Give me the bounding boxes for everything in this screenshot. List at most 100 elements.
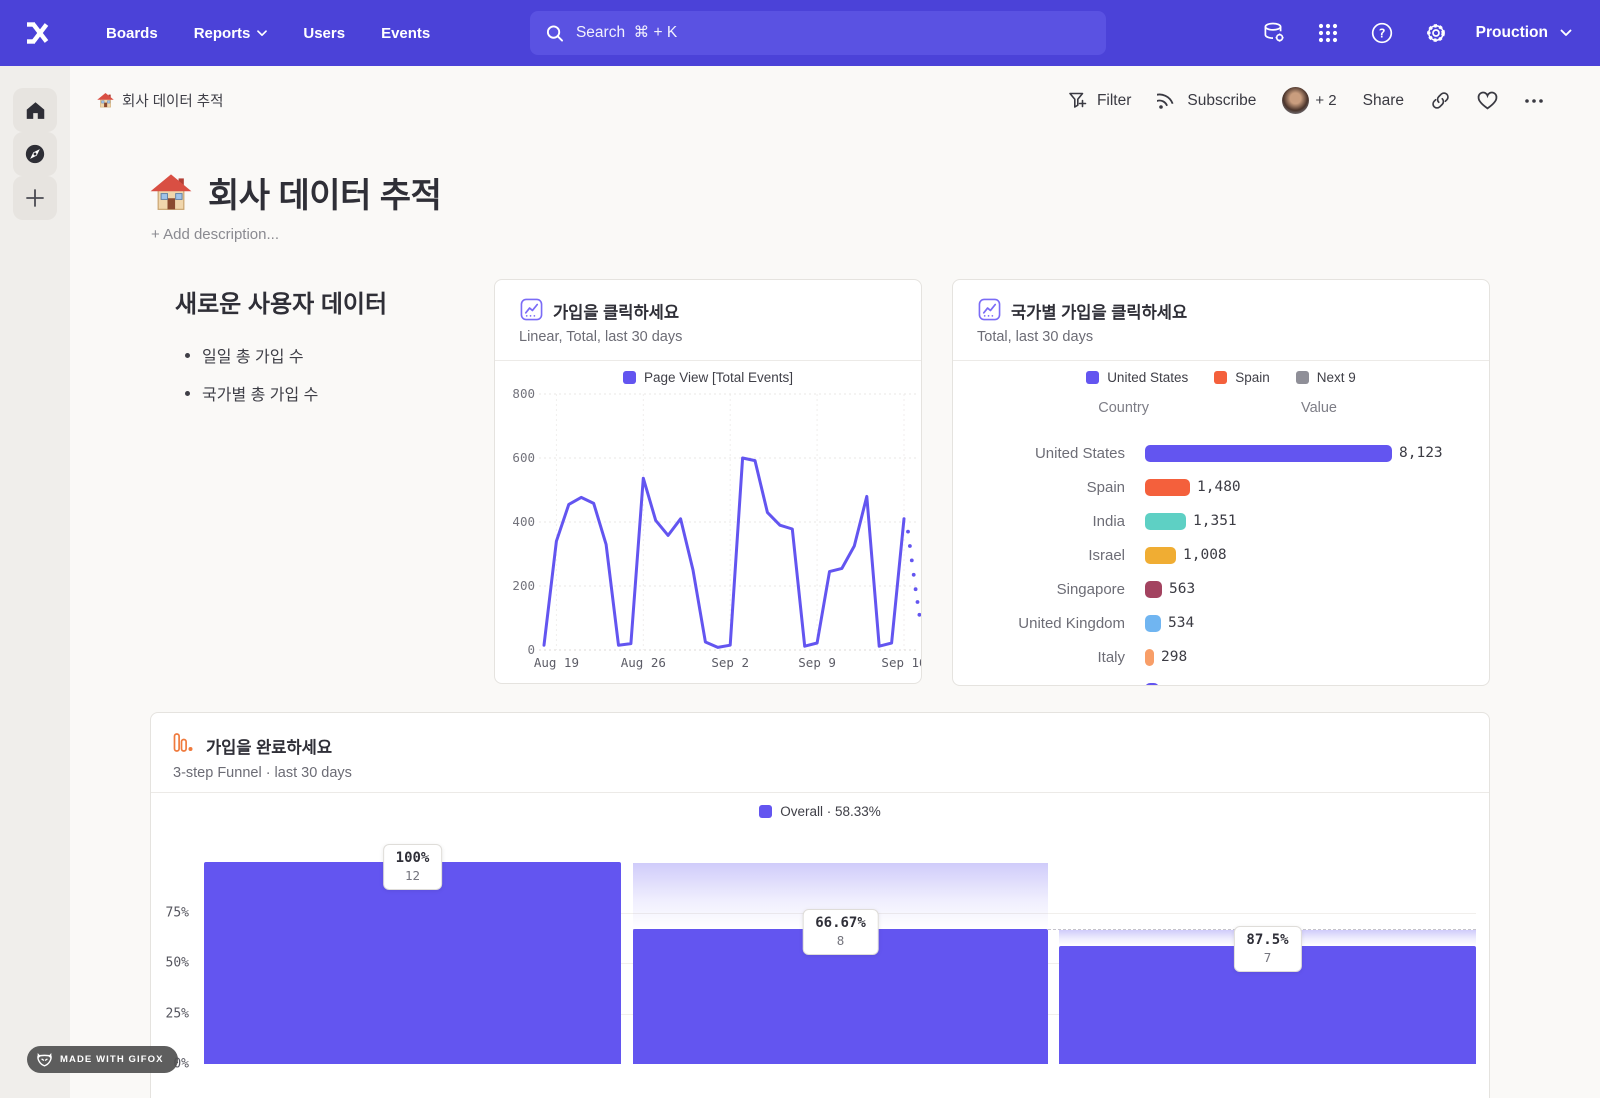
insights-chart-icon	[978, 298, 1001, 321]
country-label: Spain	[953, 479, 1125, 496]
svg-text:?: ?	[1378, 25, 1386, 40]
svg-text:400: 400	[512, 514, 535, 529]
nav-item-reports[interactable]: Reports	[180, 15, 282, 52]
legend-item[interactable]: Next 9	[1296, 370, 1356, 385]
value-label: 8,123	[1399, 445, 1443, 461]
table-row[interactable]: United States8,123	[953, 436, 1489, 470]
search-bar[interactable]	[530, 11, 1106, 55]
svg-text:Sep 9: Sep 9	[798, 655, 836, 670]
favorite-button[interactable]	[1477, 91, 1498, 110]
bar-chart-legend: United States Spain Next 9	[953, 370, 1489, 385]
legend-label: Next 9	[1317, 370, 1356, 385]
mixpanel-logo-icon[interactable]	[24, 19, 52, 47]
value-bar	[1145, 683, 1159, 687]
value-bar	[1145, 547, 1176, 564]
column-header-value: Value	[1279, 400, 1359, 416]
nav-right: ? Prouction	[1254, 0, 1578, 66]
filter-button[interactable]: Filter	[1068, 91, 1131, 111]
sidebar-discover-button[interactable]	[13, 132, 57, 176]
list-item: 일일 총 가입 수	[175, 343, 387, 367]
nav-menu: Boards Reports Users Events	[92, 15, 444, 52]
plus-icon	[25, 188, 45, 208]
funnel-step-label: 87.5%7	[1233, 926, 1301, 972]
subscribe-button[interactable]: Subscribe	[1157, 90, 1256, 111]
table-row[interactable]: Spain 1,480	[953, 470, 1489, 504]
column-header-country: Country	[977, 400, 1149, 416]
home-icon	[25, 100, 46, 121]
table-row[interactable]: Italy298	[953, 640, 1489, 674]
svg-text:Aug 26: Aug 26	[621, 655, 666, 670]
table-row-partial	[953, 674, 1489, 686]
funnel-step-label: 66.67%8	[802, 909, 879, 955]
sidebar-home-button[interactable]	[13, 88, 57, 132]
made-with-gifox-badge[interactable]: MADE WITH GIFOX	[27, 1046, 178, 1073]
sidebar-add-button[interactable]	[13, 176, 57, 220]
country-label: Singapore	[953, 581, 1125, 598]
table-row[interactable]: Israel 1,008	[953, 538, 1489, 572]
country-label: United Kingdom	[953, 615, 1125, 632]
conversion-count: 8	[815, 933, 866, 948]
table-row[interactable]: United Kingdom 534	[953, 606, 1489, 640]
legend-item[interactable]: Spain	[1214, 370, 1270, 385]
report-title[interactable]: 가입을 클릭하세요	[553, 299, 679, 323]
help-icon[interactable]: ?	[1362, 13, 1402, 53]
funnel-step-label: 100%12	[383, 844, 443, 890]
project-name: Prouction	[1476, 24, 1548, 42]
nav-item-label: Users	[303, 25, 345, 42]
collaborators[interactable]: + 2	[1282, 87, 1336, 114]
filter-label: Filter	[1097, 92, 1131, 110]
value-label: 534	[1168, 615, 1194, 631]
value-bar	[1145, 581, 1162, 598]
legend-label: Spain	[1235, 370, 1270, 385]
legend-label: Page View [Total Events]	[644, 370, 793, 385]
avatar	[1282, 87, 1309, 114]
table-row[interactable]: Singapore563	[953, 572, 1489, 606]
value-label: 1,351	[1193, 513, 1237, 529]
link-icon	[1430, 90, 1451, 111]
table-row[interactable]: India1,351	[953, 504, 1489, 538]
heart-icon	[1477, 91, 1498, 110]
apps-grid-icon[interactable]	[1308, 13, 1348, 53]
project-switcher[interactable]: Prouction	[1470, 16, 1578, 50]
share-button[interactable]: Share	[1363, 92, 1404, 110]
value-label: 1,480	[1197, 479, 1241, 495]
text-widget-bullets: 일일 총 가입 수 국가별 총 가입 수	[175, 343, 387, 405]
copy-link-button[interactable]	[1430, 90, 1451, 111]
svg-text:600: 600	[512, 450, 535, 465]
search-input[interactable]	[576, 24, 1090, 42]
breadcrumb[interactable]: 회사 데이터 추적	[97, 90, 223, 111]
funnel-axis-label: 25%	[151, 1006, 189, 1021]
nav-item-events[interactable]: Events	[367, 15, 444, 52]
conversion-percent: 100%	[396, 850, 430, 866]
funnel-axis-label: 50%	[151, 956, 189, 971]
settings-gear-icon[interactable]	[1416, 13, 1456, 53]
text-widget: 새로운 사용자 데이터 일일 총 가입 수 국가별 총 가입 수	[175, 284, 387, 405]
more-ellipsis-icon	[1524, 98, 1544, 104]
report-title[interactable]: 국가별 가입을 클릭하세요	[1011, 299, 1187, 323]
filter-funnel-icon	[1068, 91, 1088, 111]
legend-item[interactable]: United States	[1086, 370, 1188, 385]
funnel-bar[interactable]	[204, 862, 621, 1064]
data-management-icon[interactable]	[1254, 13, 1294, 53]
nav-item-users[interactable]: Users	[289, 15, 359, 52]
value-bar	[1145, 479, 1190, 496]
svg-text:Sep 16: Sep 16	[881, 655, 922, 670]
bar-chart-card: 국가별 가입을 클릭하세요 Total, last 30 days United…	[952, 279, 1490, 686]
country-label: Italy	[953, 649, 1125, 666]
more-menu-button[interactable]	[1524, 98, 1544, 104]
page-title-row: 회사 데이터 추적	[150, 168, 441, 217]
line-chart-card: 가입을 클릭하세요 Linear, Total, last 30 days Pa…	[494, 279, 922, 684]
fox-icon	[36, 1052, 53, 1067]
legend-label: United States	[1107, 370, 1188, 385]
nav-item-boards[interactable]: Boards	[92, 15, 172, 52]
legend-item[interactable]: Page View [Total Events]	[623, 370, 793, 385]
gifox-label: MADE WITH GIFOX	[60, 1054, 164, 1065]
value-bar	[1145, 615, 1161, 632]
value-label: 1,008	[1183, 547, 1227, 563]
value-bar	[1145, 445, 1392, 462]
nav-item-label: Boards	[106, 25, 158, 42]
top-nav: Boards Reports Users Events	[0, 0, 1600, 66]
chevron-down-icon	[257, 30, 267, 37]
country-label: Israel	[953, 547, 1125, 564]
add-description-button[interactable]: + Add description...	[151, 226, 279, 243]
